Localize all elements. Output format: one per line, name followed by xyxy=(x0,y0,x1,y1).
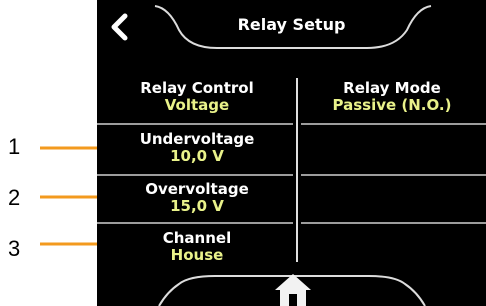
overvoltage-label: Overvoltage xyxy=(145,180,249,198)
channel-value: House xyxy=(170,246,224,264)
home-button[interactable] xyxy=(273,272,313,306)
overvoltage-setting[interactable]: Overvoltage 15,0 V xyxy=(97,181,297,215)
overvoltage-value: 15,0 V xyxy=(170,197,224,215)
channel-setting[interactable]: Channel House xyxy=(97,230,297,264)
relay-mode-value: Passive (N.O.) xyxy=(332,96,452,114)
undervoltage-value: 10,0 V xyxy=(170,147,224,165)
undervoltage-setting[interactable]: Undervoltage 10,0 V xyxy=(97,131,297,165)
relay-mode-setting[interactable]: Relay Mode Passive (N.O.) xyxy=(298,80,486,114)
device-screen: Relay Setup Relay Control Voltage Underv… xyxy=(97,0,486,306)
relay-control-value: Voltage xyxy=(164,96,230,114)
relay-mode-label: Relay Mode xyxy=(343,79,441,97)
channel-label: Channel xyxy=(162,229,232,247)
undervoltage-label: Undervoltage xyxy=(139,130,255,148)
relay-control-label: Relay Control xyxy=(140,79,254,97)
relay-control-setting[interactable]: Relay Control Voltage xyxy=(97,80,297,114)
home-icon xyxy=(275,274,311,306)
page-title: Relay Setup xyxy=(237,15,346,34)
